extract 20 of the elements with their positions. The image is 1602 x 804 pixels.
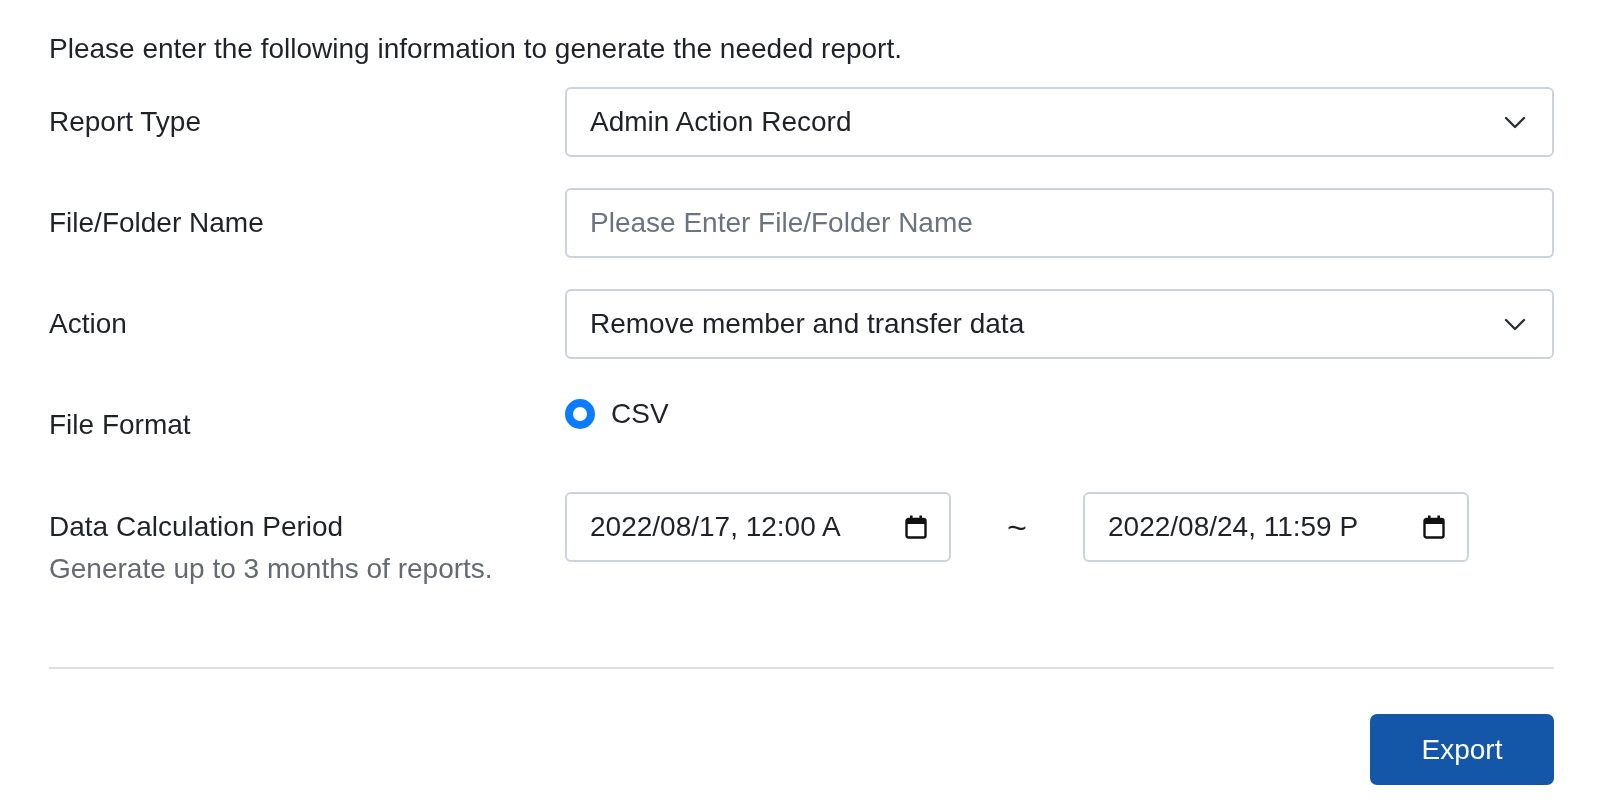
date-time-field[interactable]: 2022/08/24, 11:59 P: [1083, 492, 1469, 562]
field-label: Report Type: [49, 106, 202, 138]
calendar-icon: [1423, 515, 1445, 539]
field-label: File Format: [49, 409, 191, 441]
field-label: Action: [49, 308, 127, 340]
instruction-text: Please enter the following information to generate the needed report.: [49, 33, 902, 65]
range-separator: ~: [1006, 507, 1028, 547]
field-label: Data Calculation Period: [49, 511, 344, 543]
date-time-field[interactable]: 2022/08/17, 12:00 A: [565, 492, 951, 562]
chevron-down-icon: [1504, 115, 1526, 129]
field-label: File/Folder Name: [49, 207, 264, 239]
dropdown[interactable]: Remove member and transfer data: [565, 289, 1554, 359]
text-input[interactable]: Please Enter File/Folder Name: [565, 188, 1554, 258]
radio-button[interactable]: [565, 399, 595, 429]
export-button[interactable]: Export: [1370, 714, 1554, 785]
calendar-icon: [905, 515, 927, 539]
dropdown[interactable]: Admin Action Record: [565, 87, 1554, 157]
radio-label: CSV: [611, 398, 669, 430]
chevron-down-icon: [1504, 317, 1526, 331]
hint-text: Generate up to 3 months of reports.: [49, 553, 493, 585]
